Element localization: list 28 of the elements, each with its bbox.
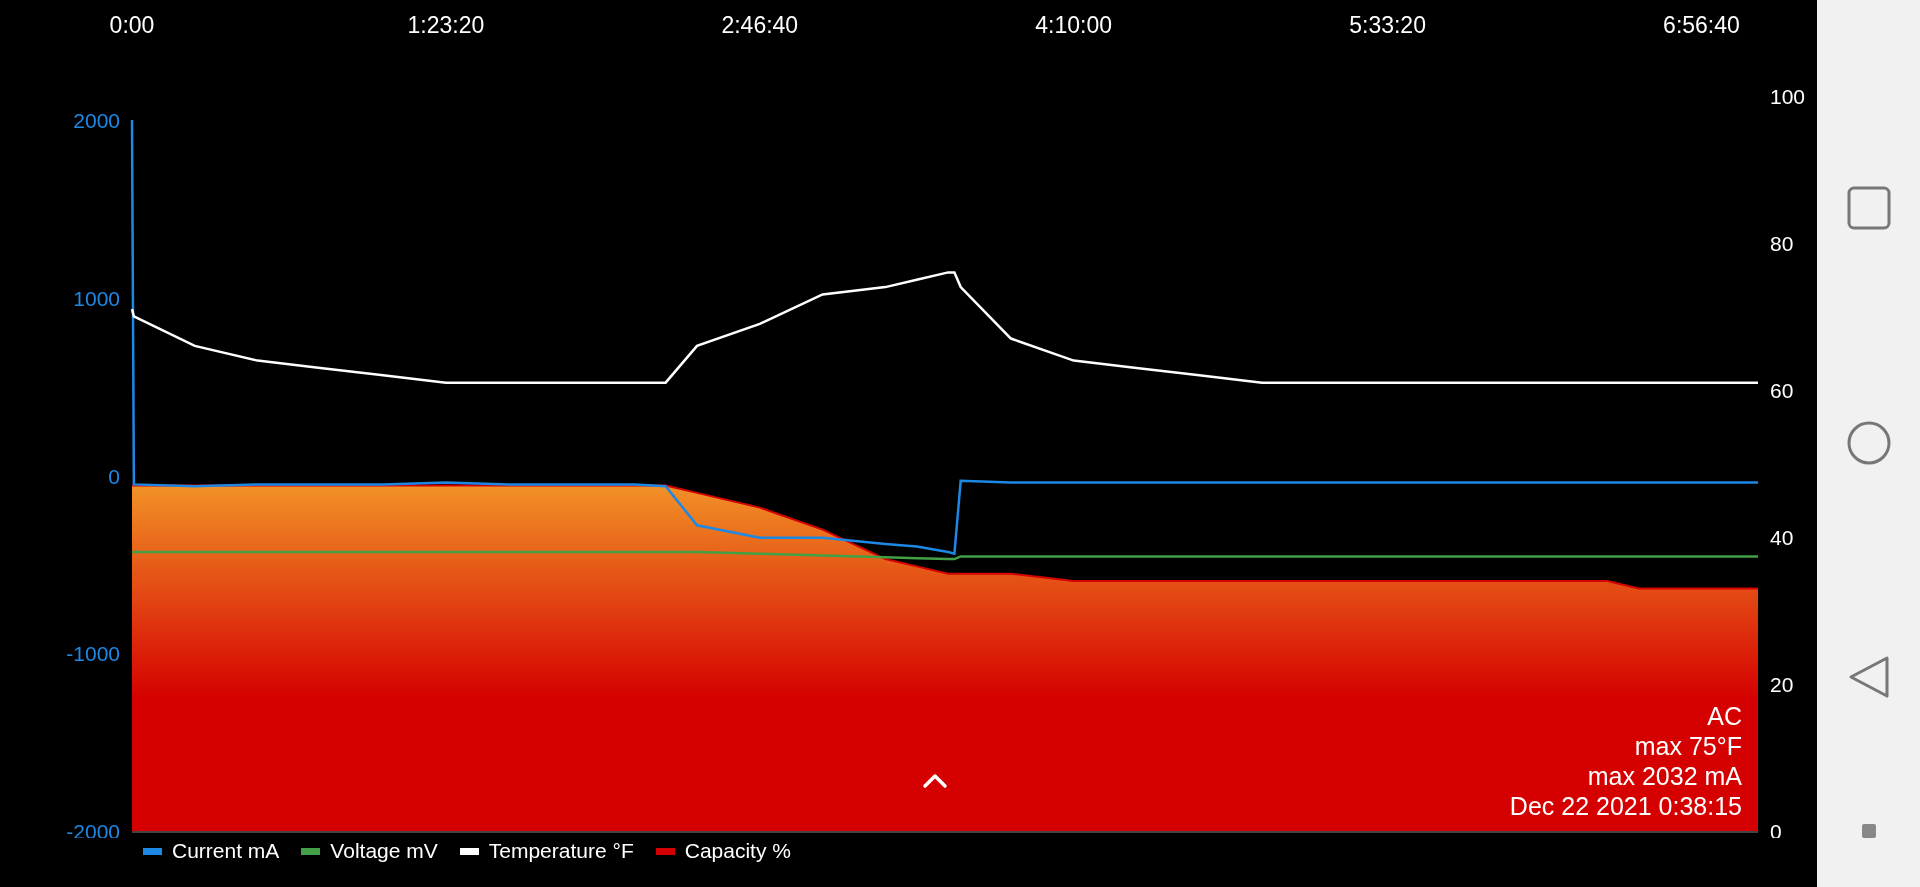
info-text: AC (1707, 702, 1742, 730)
square-icon[interactable] (1846, 186, 1891, 230)
info-text: Dec 22 2021 0:38:15 (1509, 792, 1742, 820)
chevron-up-icon[interactable] (923, 774, 947, 788)
time-axis-label: 5:33:20 (1349, 12, 1426, 38)
info-text: max 75°F (1634, 732, 1742, 760)
legend-label: Current mA (172, 839, 280, 863)
legend-label: Capacity % (684, 839, 791, 863)
current-axis-label: 0 (108, 464, 120, 488)
time-axis-label: 6:56:40 (1663, 12, 1740, 38)
percent-axis-label: 80 (1770, 232, 1794, 255)
small-square-icon[interactable] (1861, 824, 1876, 838)
info-text: max 2032 mA (1587, 762, 1742, 790)
time-axis-label: 2:46:40 (721, 12, 799, 38)
percent-axis-label: 20 (1770, 673, 1794, 696)
current-axis-label: -1000 (66, 642, 120, 666)
time-axis-label: 0:00 (109, 12, 155, 38)
percent-axis-label: 60 (1770, 379, 1794, 402)
time-axis-label: 4:10:00 (1035, 12, 1113, 38)
percent-axis-label: 40 (1770, 526, 1794, 549)
percent-axis-label: 100 (1770, 85, 1806, 108)
legend-label: Voltage mV (330, 839, 438, 863)
back-icon[interactable] (1846, 655, 1891, 699)
current-axis-label: 1000 (73, 286, 120, 310)
current-axis-label: 2000 (73, 109, 120, 132)
legend-label: Temperature °F (488, 839, 634, 863)
time-axis-label: 1:23:20 (407, 12, 485, 38)
circle-icon[interactable] (1846, 421, 1891, 465)
